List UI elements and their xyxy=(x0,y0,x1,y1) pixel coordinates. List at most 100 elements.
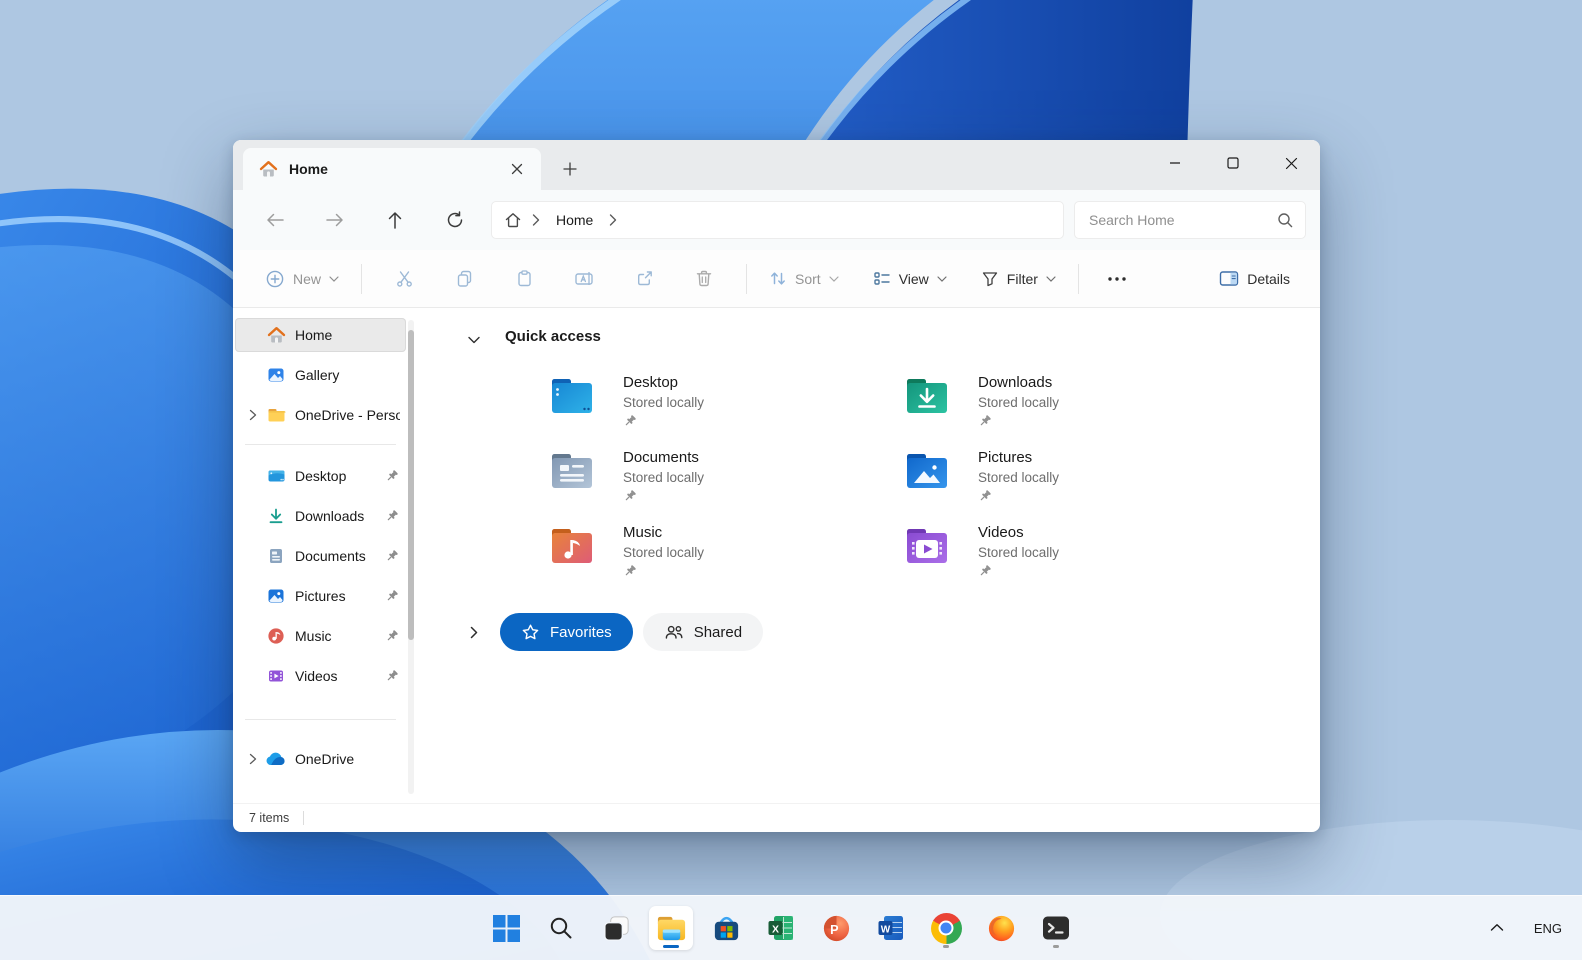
status-bar: 7 items xyxy=(233,803,1320,832)
paste-icon[interactable] xyxy=(501,260,547,298)
start-button[interactable] xyxy=(484,906,528,950)
items-count: 7 items xyxy=(249,811,289,825)
sidebar-item-onedrive[interactable]: OneDrive xyxy=(235,742,406,776)
search-input[interactable] xyxy=(1087,211,1277,229)
tray-chevron-up-icon[interactable] xyxy=(1490,919,1504,937)
onedrive-cloud-icon xyxy=(266,749,286,769)
microsoft-store-icon xyxy=(711,913,742,944)
sidebar-item-downloads[interactable]: Downloads xyxy=(235,499,406,533)
share-icon[interactable] xyxy=(621,260,667,298)
search-box[interactable] xyxy=(1074,201,1306,239)
filter-button[interactable]: Filter xyxy=(971,264,1066,293)
chevron-down-icon xyxy=(329,276,339,282)
microsoft-store-button[interactable] xyxy=(704,906,748,950)
documents-icon xyxy=(266,546,286,566)
view-button[interactable]: View xyxy=(863,264,957,293)
new-tab-icon[interactable] xyxy=(555,154,585,184)
sidebar-item-gallery[interactable]: Gallery xyxy=(235,358,406,392)
details-pane-icon xyxy=(1219,270,1239,287)
system-tray: ENG xyxy=(1490,896,1568,960)
shared-pill[interactable]: Shared xyxy=(643,613,763,651)
chevron-right-icon[interactable] xyxy=(609,214,617,226)
desktop-icon xyxy=(266,466,286,486)
pin-icon xyxy=(623,564,704,578)
expand-chevron-icon[interactable] xyxy=(245,409,261,421)
task-view-button[interactable] xyxy=(594,906,638,950)
sidebar-item-desktop[interactable]: Desktop xyxy=(235,459,406,493)
back-icon[interactable] xyxy=(255,201,295,239)
details-button[interactable]: Details xyxy=(1209,264,1300,293)
minimize-icon[interactable] xyxy=(1146,140,1204,186)
folder-status: Stored locally xyxy=(623,468,704,487)
word-button[interactable]: W xyxy=(869,906,913,950)
firefox-button[interactable] xyxy=(979,906,1023,950)
chevron-down-icon[interactable] xyxy=(464,330,484,350)
pin-icon xyxy=(384,629,400,643)
sidebar-item-label: Gallery xyxy=(295,367,400,383)
chevron-right-icon[interactable] xyxy=(464,622,484,642)
tab-home[interactable]: Home xyxy=(243,148,541,190)
sidebar-item-documents[interactable]: Documents xyxy=(235,539,406,573)
folder-item-documents[interactable]: Documents Stored locally xyxy=(548,447,903,500)
task-view-icon xyxy=(601,913,632,944)
window-body: Home Gallery OneDrive - Pe xyxy=(233,308,1320,803)
sidebar-item-label: Documents xyxy=(295,548,384,564)
refresh-icon[interactable] xyxy=(435,201,475,239)
folder-status: Stored locally xyxy=(623,393,704,412)
folder-item-desktop[interactable]: Desktop Stored locally xyxy=(548,372,903,425)
maximize-icon[interactable] xyxy=(1204,140,1262,186)
rename-icon[interactable] xyxy=(561,260,607,298)
folder-name: Desktop xyxy=(623,373,704,393)
close-icon[interactable] xyxy=(1262,140,1320,186)
home-icon xyxy=(259,160,278,179)
favorites-pill[interactable]: Favorites xyxy=(500,613,633,651)
pin-icon xyxy=(623,414,704,428)
folder-item-pictures[interactable]: Pictures Stored locally xyxy=(903,447,1258,500)
folder-item-music[interactable]: Music Stored locally xyxy=(548,522,903,575)
expand-chevron-icon[interactable] xyxy=(245,753,261,765)
word-icon: W xyxy=(876,913,906,943)
sidebar-item-videos[interactable]: Videos xyxy=(235,659,406,693)
sidebar-item-home[interactable]: Home xyxy=(235,318,406,352)
toolbar-separator xyxy=(746,264,747,294)
sidebar-item-onedrive-personal[interactable]: OneDrive - Perso xyxy=(235,398,406,432)
tab-close-icon[interactable] xyxy=(503,155,531,183)
search-icon[interactable] xyxy=(1277,212,1293,228)
folder-name: Music xyxy=(623,523,704,543)
desktop-folder-icon xyxy=(548,372,596,420)
new-button[interactable]: New xyxy=(255,263,349,295)
folder-item-downloads[interactable]: Downloads Stored locally xyxy=(903,372,1258,425)
up-icon[interactable] xyxy=(375,201,415,239)
folder-status: Stored locally xyxy=(978,393,1059,412)
folder-item-videos[interactable]: Videos Stored locally xyxy=(903,522,1258,575)
quick-access-header[interactable]: Quick access xyxy=(505,328,601,345)
chrome-button[interactable] xyxy=(924,906,968,950)
breadcrumb-home-icon[interactable] xyxy=(504,211,522,229)
chevron-right-icon xyxy=(532,214,540,226)
file-explorer-button[interactable] xyxy=(649,906,693,950)
sidebar-scrollbar[interactable] xyxy=(408,320,414,794)
sidebar-scrollbar-thumb[interactable] xyxy=(408,330,414,640)
pin-icon xyxy=(384,549,400,563)
new-button-label: New xyxy=(293,271,321,287)
svg-text:X: X xyxy=(772,923,779,935)
breadcrumb-home[interactable]: Home xyxy=(556,212,593,228)
address-bar[interactable]: Home xyxy=(491,201,1064,239)
sort-button[interactable]: Sort xyxy=(759,264,849,293)
sort-button-label: Sort xyxy=(795,271,821,287)
excel-button[interactable]: X xyxy=(759,906,803,950)
taskbar-search-button[interactable] xyxy=(539,906,583,950)
sidebar-item-music[interactable]: Music xyxy=(235,619,406,653)
running-indicator xyxy=(663,945,679,948)
forward-icon[interactable] xyxy=(315,201,355,239)
terminal-button[interactable] xyxy=(1034,906,1078,950)
powerpoint-button[interactable]: P xyxy=(814,906,858,950)
more-options-icon[interactable] xyxy=(1098,260,1136,298)
sidebar-item-pictures[interactable]: Pictures xyxy=(235,579,406,613)
language-indicator[interactable]: ENG xyxy=(1534,921,1562,936)
powerpoint-icon: P xyxy=(821,913,852,944)
cut-icon[interactable] xyxy=(381,260,427,298)
copy-icon[interactable] xyxy=(441,260,487,298)
filter-funnel-icon xyxy=(981,270,999,287)
delete-icon[interactable] xyxy=(681,260,727,298)
